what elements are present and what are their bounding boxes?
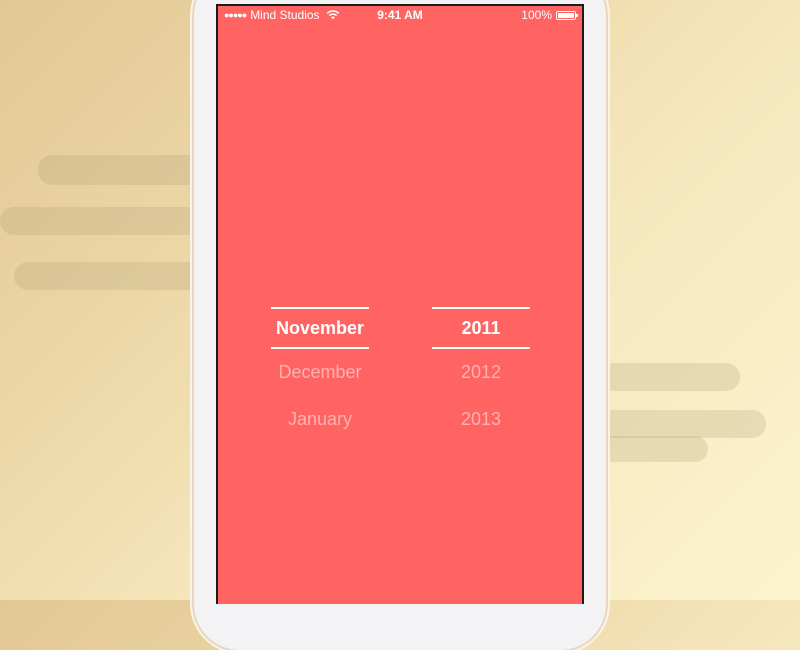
month-option[interactable]: December xyxy=(271,349,369,396)
cloud-decoration xyxy=(14,262,209,290)
month-picker[interactable]: November December January xyxy=(271,307,369,443)
cloud-decoration xyxy=(0,207,210,235)
status-bar: ●●●●● Mind Studios 9:41 AM 100% xyxy=(218,6,582,24)
battery-status: 100% xyxy=(521,6,578,24)
battery-percent: 100% xyxy=(521,8,552,22)
battery-fill xyxy=(558,12,574,18)
battery-icon xyxy=(556,10,578,20)
selected-month[interactable]: November xyxy=(271,309,369,347)
selected-year[interactable]: 2011 xyxy=(432,309,530,347)
cloud-decoration xyxy=(598,436,708,462)
year-picker[interactable]: 2011 2012 2013 xyxy=(432,307,530,443)
cloud-decoration xyxy=(598,410,766,438)
phone-screen: ●●●●● Mind Studios 9:41 AM 100% November… xyxy=(216,4,584,604)
year-option[interactable]: 2013 xyxy=(432,396,530,443)
cloud-decoration xyxy=(38,155,208,185)
month-option[interactable]: January xyxy=(271,396,369,443)
year-option[interactable]: 2012 xyxy=(432,349,530,396)
cloud-decoration xyxy=(598,363,740,391)
